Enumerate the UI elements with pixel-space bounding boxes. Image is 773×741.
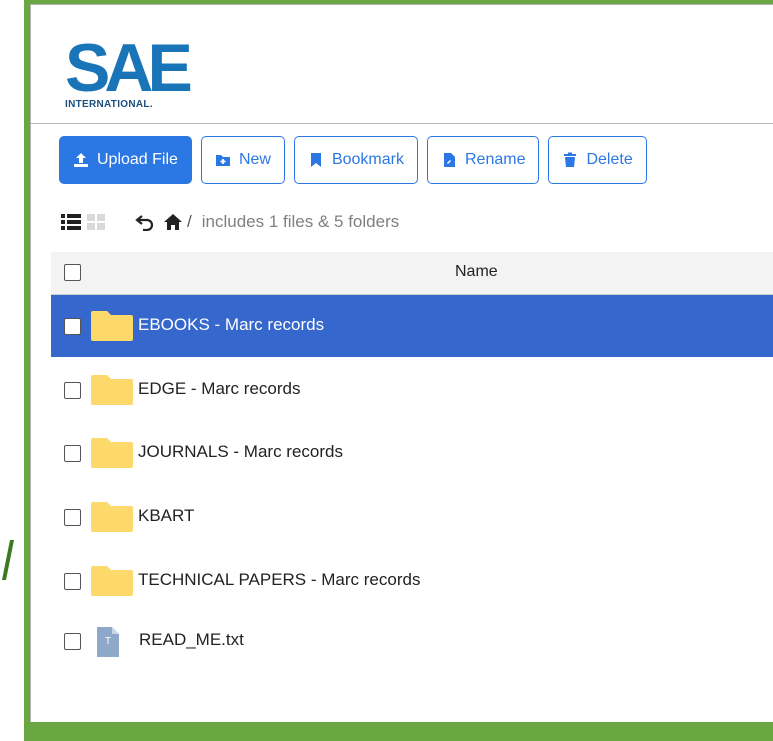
logo-graphic: SAE [65, 31, 196, 97]
home-icon[interactable] [163, 213, 183, 231]
list-item[interactable]: KBART [51, 486, 773, 548]
row-checkbox[interactable] [64, 445, 81, 462]
bookmark-label: Bookmark [331, 151, 404, 168]
green-mark [2, 540, 14, 580]
logo-subtitle: INTERNATIONAL. [65, 99, 153, 110]
list-item[interactable]: EBOOKS - Marc records [51, 295, 773, 357]
name-column-header[interactable]: Name [455, 263, 498, 281]
file-manager: SAE INTERNATIONAL. Upload File New Bookm… [30, 4, 773, 722]
back-icon[interactable] [135, 213, 155, 231]
trash-icon [562, 152, 578, 168]
folder-icon [91, 311, 133, 341]
frame-bottom [30, 721, 773, 741]
item-name: JOURNALS - Marc records [138, 442, 343, 461]
row-checkbox[interactable] [64, 318, 81, 335]
upload-file-label: Upload File [97, 151, 178, 168]
grid-view-icon[interactable] [87, 213, 105, 231]
new-folder-icon [215, 152, 231, 168]
sae-logo: SAE INTERNATIONAL. [63, 31, 203, 123]
list-item[interactable]: T READ_ME.txt [51, 614, 773, 676]
file-badge: T [105, 636, 111, 647]
list-view-icon[interactable] [61, 213, 81, 231]
rename-label: Rename [464, 151, 526, 168]
header-divider [31, 123, 773, 124]
info-bar: / includes 1 files & 5 folders [61, 209, 399, 235]
row-checkbox[interactable] [64, 633, 81, 650]
toolbar: Upload File New Bookmark Rename Delete [59, 136, 647, 186]
list-item[interactable]: TECHNICAL PAPERS - Marc records [51, 550, 773, 612]
list-item[interactable]: JOURNALS - Marc records [51, 422, 773, 484]
folder-icon [91, 375, 133, 405]
path-separator: / [187, 212, 192, 231]
item-name: KBART [138, 506, 195, 525]
item-name: EDGE - Marc records [138, 379, 301, 398]
delete-button[interactable]: Delete [548, 136, 647, 184]
item-name: READ_ME.txt [139, 630, 244, 649]
delete-label: Delete [586, 151, 633, 168]
bookmark-button[interactable]: Bookmark [293, 136, 418, 184]
table-header: Name [51, 252, 773, 295]
row-checkbox[interactable] [64, 573, 81, 590]
folder-icon [91, 502, 133, 532]
item-name: EBOOKS - Marc records [138, 315, 325, 334]
new-button[interactable]: New [200, 136, 285, 184]
text-file-icon: T [97, 627, 119, 657]
list-item[interactable]: EDGE - Marc records [51, 359, 773, 421]
folder-summary: includes 1 files & 5 folders [201, 212, 400, 231]
folder-icon [91, 566, 133, 596]
upload-file-button[interactable]: Upload File [59, 136, 192, 184]
upload-icon [73, 152, 89, 168]
new-label: New [238, 151, 271, 168]
row-checkbox[interactable] [64, 509, 81, 526]
folder-icon [91, 438, 133, 468]
rename-button[interactable]: Rename [426, 136, 540, 184]
rename-icon [441, 152, 457, 168]
bookmark-icon [308, 152, 324, 168]
row-checkbox[interactable] [64, 382, 81, 399]
item-name: TECHNICAL PAPERS - Marc records [138, 570, 421, 589]
select-all-checkbox[interactable] [64, 264, 81, 281]
